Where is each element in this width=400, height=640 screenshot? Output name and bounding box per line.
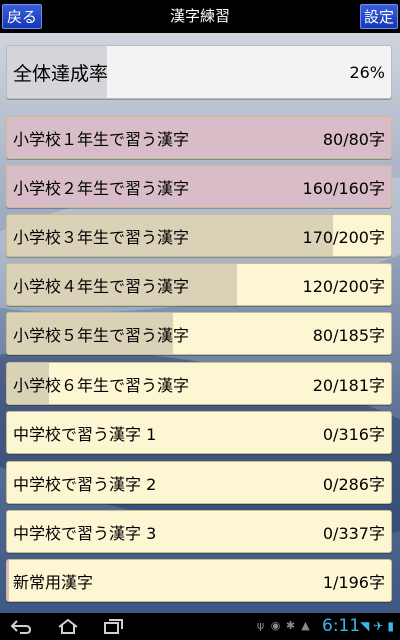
row-value: 26% xyxy=(349,62,385,82)
new-joyo-kanji-row[interactable]: 新常用漢字 1/196字 xyxy=(6,559,392,602)
grade-6-row[interactable]: 小学校６年生で習う漢字 20/181字 xyxy=(6,362,392,405)
row-value: 0/286字 xyxy=(322,474,385,494)
row-value: 80/80字 xyxy=(322,129,385,149)
row-label: 中学校で習う漢字 2 xyxy=(13,474,157,494)
system-nav-bar: ψ ◉ ✱ ▲ 6:11 ◥ ✈ ▮ xyxy=(0,613,400,640)
home-icon[interactable] xyxy=(55,617,81,636)
row-label: 小学校２年生で習う漢字 xyxy=(13,178,190,198)
row-value: 0/337字 xyxy=(322,523,385,543)
grade-3-row[interactable]: 小学校３年生で習う漢字 170/200字 xyxy=(6,214,392,257)
junior-high-2-row[interactable]: 中学校で習う漢字 2 0/286字 xyxy=(6,461,392,504)
row-value: 1/196字 xyxy=(322,572,385,592)
grade-1-row[interactable]: 小学校１年生で習う漢字 80/80字 xyxy=(6,116,392,159)
row-value: 20/181字 xyxy=(312,375,385,395)
notification-icons: ψ ◉ ✱ ▲ xyxy=(255,619,311,635)
junior-high-3-row[interactable]: 中学校で習う漢字 3 0/337字 xyxy=(6,510,392,553)
row-value: 80/185字 xyxy=(312,325,385,345)
battery-icon: ▮ xyxy=(387,619,394,633)
wifi-icon: ◥ xyxy=(360,619,370,633)
junior-high-1-row[interactable]: 中学校で習う漢字 1 0/316字 xyxy=(6,411,392,454)
row-label: 小学校６年生で習う漢字 xyxy=(13,375,190,395)
android-icon: ◉ xyxy=(270,619,281,632)
grade-4-row[interactable]: 小学校４年生で習う漢字 120/200字 xyxy=(6,263,392,306)
row-value: 120/200字 xyxy=(302,276,385,296)
row-label: 全体達成率 xyxy=(13,62,109,85)
settings-button[interactable]: 設定 xyxy=(360,4,398,29)
row-label: 中学校で習う漢字 3 xyxy=(13,523,157,543)
row-label: 小学校４年生で習う漢字 xyxy=(13,276,190,296)
row-label: 小学校５年生で習う漢字 xyxy=(13,325,190,345)
debug-icon: ✱ xyxy=(285,619,296,632)
title-bar: 戻る 漢字練習 設定 xyxy=(0,0,400,33)
overall-progress-row: 全体達成率 26% xyxy=(6,45,392,99)
back-icon[interactable] xyxy=(8,617,34,636)
notification-icon: ▲ xyxy=(301,619,310,632)
airplane-icon: ✈ xyxy=(373,619,384,633)
content-area: 全体達成率 26% 小学校１年生で習う漢字 80/80字 小学校２年生で習う漢字… xyxy=(0,33,400,613)
progress-fill xyxy=(7,560,9,601)
row-label: 小学校３年生で習う漢字 xyxy=(13,227,190,247)
grade-5-row[interactable]: 小学校５年生で習う漢字 80/185字 xyxy=(6,312,392,355)
row-label: 小学校１年生で習う漢字 xyxy=(13,129,190,149)
grade-2-row[interactable]: 小学校２年生で習う漢字 160/160字 xyxy=(6,165,392,208)
usb-icon: ψ xyxy=(256,619,265,632)
system-status-icons: ◥ ✈ ▮ xyxy=(360,619,394,633)
row-label: 中学校で習う漢字 1 xyxy=(13,424,157,444)
clock: 6:11 xyxy=(322,616,361,636)
page-title: 漢字練習 xyxy=(169,7,230,25)
row-value: 170/200字 xyxy=(302,227,385,247)
row-label: 新常用漢字 xyxy=(13,572,94,592)
row-value: 160/160字 xyxy=(302,178,385,198)
row-value: 0/316字 xyxy=(322,424,385,444)
recent-apps-icon[interactable] xyxy=(100,617,126,636)
